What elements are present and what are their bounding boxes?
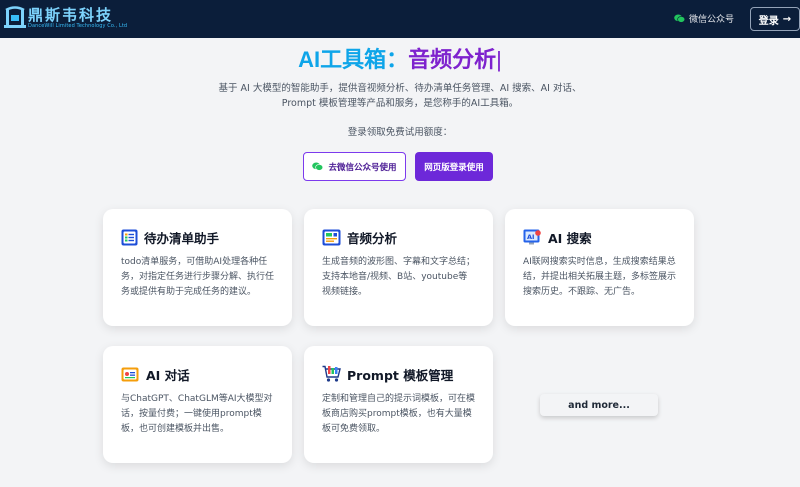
card-title: 待办清单助手 — [144, 230, 220, 246]
and-more-button[interactable]: and more... — [540, 394, 658, 416]
card-title: AI 搜索 — [548, 230, 592, 246]
svg-text:AI: AI — [527, 233, 534, 241]
login-button-label: 登录 — [758, 15, 779, 27]
card-description: 与ChatGPT、ChatGLM等AI大模型对话，按量付费；一键使用prompt… — [121, 394, 273, 434]
and-more-label: and more... — [568, 399, 630, 411]
hero-title: AI工具箱：音频分析| — [0, 45, 800, 75]
web-login-label: 网页版登录使用 — [424, 162, 484, 173]
checklist-icon — [121, 229, 138, 245]
card-title: 音频分析 — [347, 230, 398, 246]
hero-title-highlight: 音频分析 — [408, 47, 497, 72]
wechat-icon — [312, 162, 324, 171]
wechat-icon — [674, 14, 685, 23]
card-description: todo清单服务，可借助AI处理各种任务，对指定任务进行步骤分解、执行任务或提供… — [121, 257, 275, 297]
use-via-wechat-button[interactable]: 去微信公众号使用 — [303, 152, 406, 181]
prompt-cart-icon — [322, 365, 341, 382]
free-trial-note: 登录领取免费试用额度： — [347, 127, 453, 138]
feature-card-audio-analysis[interactable]: 音频分析 生成音频的波形图、字幕和文字总结；支持本地音/视频、B站、youtub… — [304, 209, 493, 326]
logo-english-text: DanceWill Limited Technology Co., Ltd — [28, 23, 128, 29]
logo-chinese-text: 鼎斯韦科技 — [28, 6, 114, 24]
ai-search-icon: AI — [523, 229, 541, 244]
web-login-button[interactable]: 网页版登录使用 — [415, 152, 493, 181]
wechat-official-account-link[interactable]: 微信公众号 — [674, 12, 734, 25]
hero-description: 基于 AI 大模型的智能助手，提供音视频分析、待办清单任务管理、AI 搜索、AI… — [218, 83, 582, 109]
brand-logo[interactable]: 鼎斯韦科技 DanceWill Limited Technology Co., … — [4, 6, 127, 30]
wechat-link-label: 微信公众号 — [689, 15, 735, 25]
use-via-wechat-label: 去微信公众号使用 — [328, 162, 397, 173]
typing-cursor: | — [496, 47, 502, 72]
feature-card-todo[interactable]: 待办清单助手 todo清单服务，可借助AI处理各种任务，对指定任务进行步骤分解、… — [103, 209, 292, 326]
audio-analysis-icon — [322, 229, 341, 245]
feature-card-prompt-templates[interactable]: Prompt 模板管理 定制和管理自己的提示词模板，可在模板商店购买prompt… — [304, 346, 493, 463]
card-title: Prompt 模板管理 — [347, 367, 454, 383]
ai-chat-icon — [121, 367, 139, 381]
top-nav-bar: 鼎斯韦科技 DanceWill Limited Technology Co., … — [0, 0, 800, 38]
card-description: 生成音频的波形图、字幕和文字总结；支持本地音/视频、B站、youtube等视频链… — [322, 257, 476, 297]
hero-title-prefix: AI工具箱： — [298, 47, 409, 72]
logo-mark-icon — [4, 6, 26, 28]
arrow-right-icon: → — [782, 13, 792, 25]
login-button[interactable]: 登录 → — [750, 7, 800, 31]
card-title: AI 对话 — [146, 367, 190, 383]
feature-card-ai-chat[interactable]: AI 对话 与ChatGPT、ChatGLM等AI大模型对话，按量付费；一键使用… — [103, 346, 292, 463]
feature-card-ai-search[interactable]: AI AI 搜索 AI联网搜索实时信息，生成搜索结果总结，并提出相关拓展主题，多… — [505, 209, 694, 326]
card-description: 定制和管理自己的提示词模板，可在模板商店购买prompt模板，也有大量模板可免费… — [322, 394, 476, 434]
card-description: AI联网搜索实时信息，生成搜索结果总结，并提出相关拓展主题，多标签展示搜索历史。… — [523, 257, 677, 297]
